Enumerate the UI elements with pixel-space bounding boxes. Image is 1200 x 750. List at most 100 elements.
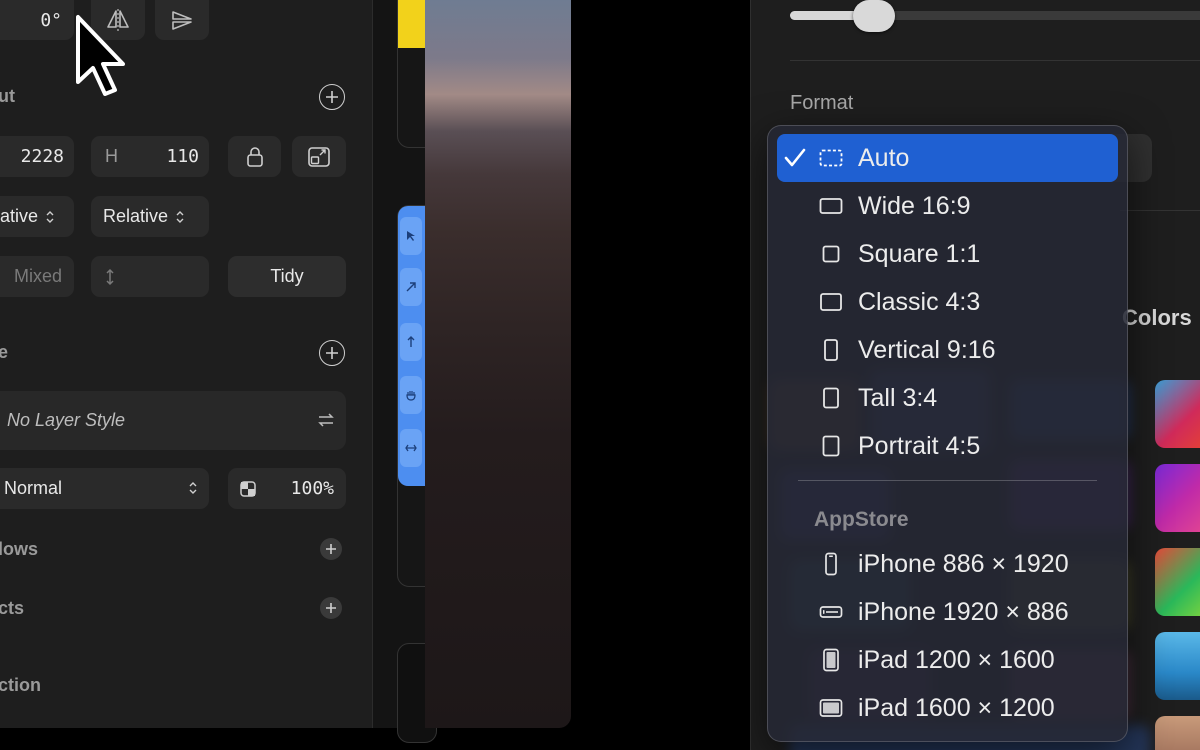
menu-item-label: Wide 16:9 xyxy=(858,192,971,220)
vertical-spacing-field[interactable] xyxy=(91,256,209,297)
dashed-frame-icon xyxy=(819,149,843,167)
wallpaper-thumbnail[interactable] xyxy=(1155,464,1200,532)
classic-frame-icon xyxy=(820,293,842,311)
blend-mode-value: Normal xyxy=(4,478,63,498)
layout-heading: ut xyxy=(0,86,15,106)
menu-item-vertical[interactable]: Vertical 9:16 xyxy=(777,326,1118,374)
arrow-up-icon xyxy=(407,336,415,347)
add-effect-button[interactable] xyxy=(320,597,342,619)
menu-item-label: Square 1:1 xyxy=(858,240,981,268)
menu-item-label: iPad 1200 × 1600 xyxy=(858,646,1055,674)
shadows-heading: lows xyxy=(0,539,39,559)
chevron-updown-icon xyxy=(176,210,184,223)
menu-item-label: Vertical 9:16 xyxy=(858,336,996,364)
chevron-updown-icon xyxy=(189,482,197,494)
tool-hand[interactable] xyxy=(400,376,422,414)
add-layout-button[interactable] xyxy=(319,84,345,110)
effects-heading: cts xyxy=(0,598,25,618)
menu-item-label: iPhone 1920 × 886 xyxy=(858,598,1069,626)
x-mode-value: ative xyxy=(0,206,39,226)
menu-item-label: iPad 1600 × 1200 xyxy=(858,694,1055,722)
arrow-pointer-icon xyxy=(407,231,415,241)
add-shadow-button[interactable] xyxy=(320,538,342,560)
layer-style-label: No Layer Style xyxy=(7,410,126,430)
layer-style-select[interactable]: No Layer Style xyxy=(0,391,346,450)
wallpaper-thumbnail[interactable] xyxy=(1155,716,1200,750)
lock-aspect-button[interactable] xyxy=(228,136,281,177)
interaction-heading: ction xyxy=(0,675,41,695)
menu-separator xyxy=(798,480,1097,481)
yellow-tab[interactable] xyxy=(398,0,426,48)
opacity-icon xyxy=(240,480,256,497)
menu-item-square[interactable]: Square 1:1 xyxy=(777,230,1118,278)
diagonal-arrow-icon xyxy=(406,282,416,292)
spacing-placeholder: Mixed xyxy=(13,266,62,286)
colors-tab[interactable]: Colors xyxy=(1122,305,1192,331)
lock-icon xyxy=(246,146,263,167)
height-label: H xyxy=(105,146,118,166)
menu-item-ipad-landscape[interactable]: iPad 1600 × 1200 xyxy=(777,684,1118,732)
add-style-button[interactable] xyxy=(319,340,345,366)
flip-vertical-icon xyxy=(172,11,192,30)
wallpaper-thumbnail[interactable] xyxy=(1155,548,1200,616)
appstore-section-heading: AppStore xyxy=(814,508,909,531)
menu-item-label: Auto xyxy=(858,144,910,172)
rotation-field[interactable]: 0° xyxy=(0,0,74,40)
hand-icon xyxy=(406,391,416,401)
menu-item-label: Portrait 4:5 xyxy=(858,432,981,460)
tool-select[interactable] xyxy=(400,217,422,255)
section-divider xyxy=(1120,210,1200,211)
wallpaper-thumbnail[interactable] xyxy=(1155,632,1200,700)
chevron-updown-icon xyxy=(46,210,54,223)
mouse-cursor-icon xyxy=(76,15,125,96)
tidy-label: Tidy xyxy=(270,266,304,286)
square-frame-icon xyxy=(822,245,840,263)
width-field[interactable]: 2228 xyxy=(0,136,74,177)
horizontal-resize-icon xyxy=(405,444,417,452)
plus-icon xyxy=(326,347,338,359)
menu-item-label: iPhone 886 × 1920 xyxy=(858,550,1069,578)
menu-item-iphone-portrait[interactable]: iPhone 886 × 1920 xyxy=(777,540,1118,588)
menu-item-label: Classic 4:3 xyxy=(858,288,981,316)
width-value: 2228 xyxy=(20,146,64,167)
resize-to-fit-button[interactable] xyxy=(292,136,346,177)
height-field[interactable]: H 110 xyxy=(91,136,209,177)
y-position-mode-select[interactable]: Relative xyxy=(91,196,209,237)
plus-icon xyxy=(326,91,338,103)
x-position-mode-select[interactable]: ative xyxy=(0,196,74,237)
wallpaper-thumbnail[interactable] xyxy=(1155,380,1200,448)
tool-resize[interactable] xyxy=(400,268,422,306)
ipad-landscape-icon xyxy=(819,699,843,717)
tidy-button[interactable]: Tidy xyxy=(228,256,346,297)
menu-item-portrait[interactable]: Portrait 4:5 xyxy=(777,422,1118,470)
spacing-field[interactable]: Mixed xyxy=(0,256,74,297)
height-value: 110 xyxy=(166,146,199,167)
panel-divider xyxy=(750,0,751,750)
vertical-resize-icon xyxy=(106,268,114,285)
iphone-landscape-icon xyxy=(819,606,843,618)
flip-vertical-button[interactable] xyxy=(155,0,209,40)
menu-item-wide[interactable]: Wide 16:9 xyxy=(777,182,1118,230)
menu-item-label: Tall 3:4 xyxy=(858,384,938,412)
ipad-portrait-icon xyxy=(823,648,839,672)
swap-icon xyxy=(318,413,334,427)
menu-item-iphone-landscape[interactable]: iPhone 1920 × 886 xyxy=(777,588,1118,636)
tool-measure[interactable] xyxy=(400,429,422,467)
wide-frame-icon xyxy=(819,198,843,214)
menu-item-ipad-portrait[interactable]: iPad 1200 × 1600 xyxy=(777,636,1118,684)
plus-icon xyxy=(326,544,336,554)
tool-move-up[interactable] xyxy=(400,323,422,361)
plus-icon xyxy=(326,603,336,613)
checkmark-icon xyxy=(784,148,806,167)
menu-item-tall[interactable]: Tall 3:4 xyxy=(777,374,1118,422)
iphone-portrait-icon xyxy=(825,552,837,576)
menu-item-classic[interactable]: Classic 4:3 xyxy=(777,278,1118,326)
menu-item-auto[interactable]: Auto xyxy=(777,134,1118,182)
opacity-value: 100% xyxy=(290,478,334,499)
portrait-frame-icon xyxy=(822,435,840,457)
tall-frame-icon xyxy=(823,387,839,409)
slider-thumb[interactable] xyxy=(853,0,895,32)
blend-mode-select[interactable]: Normal xyxy=(0,468,209,509)
format-label: Format xyxy=(790,92,854,114)
opacity-field[interactable]: 100% xyxy=(228,468,346,509)
